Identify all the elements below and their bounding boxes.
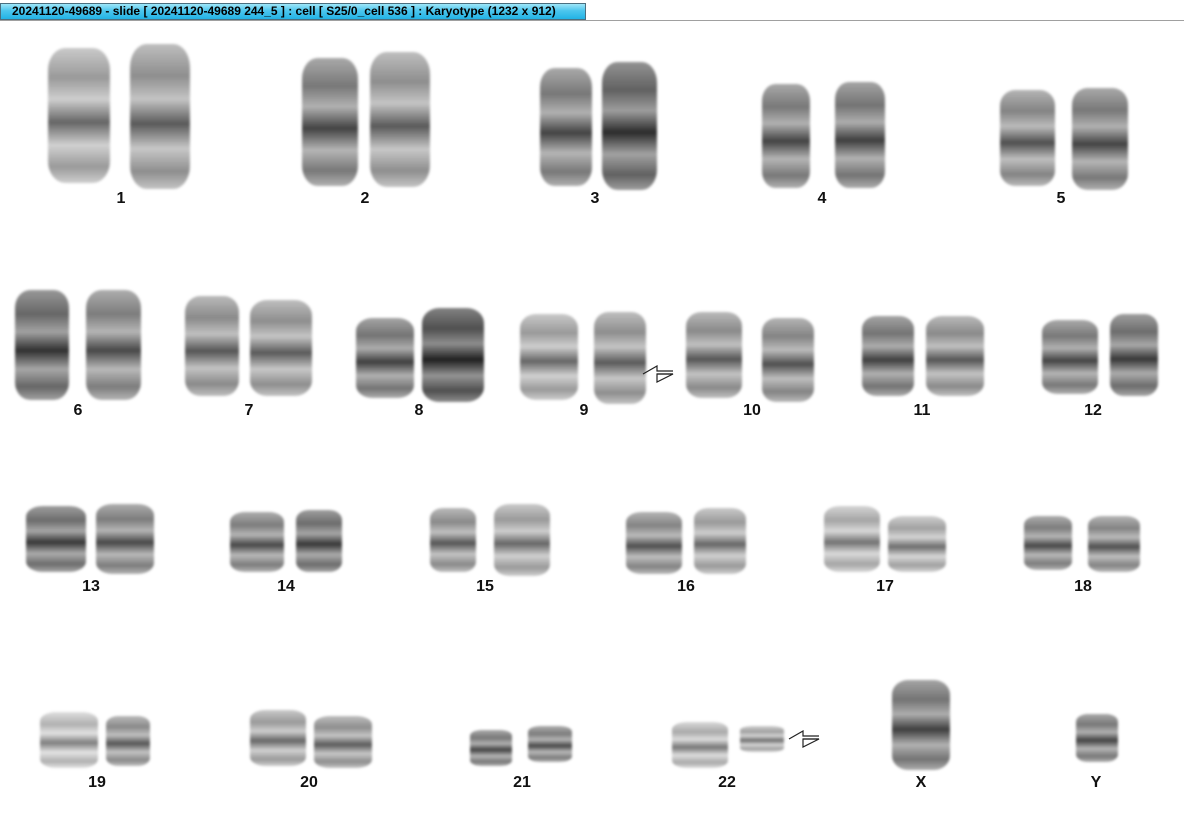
chromosome-12-a[interactable] xyxy=(1042,320,1098,394)
chromosome-label: 17 xyxy=(876,578,894,595)
chromosome-10-b[interactable] xyxy=(762,318,814,402)
chromosome-9-b[interactable] xyxy=(594,312,646,404)
chromosome-label: 13 xyxy=(82,578,100,595)
chromosome-17-a[interactable] xyxy=(824,506,880,572)
chromosome-label: 4 xyxy=(817,190,827,207)
chromosome-12-b[interactable] xyxy=(1110,314,1158,396)
chromosome-9-a[interactable] xyxy=(520,314,578,400)
chromosome-x[interactable] xyxy=(892,680,950,770)
chromosome-21-b[interactable] xyxy=(528,726,572,762)
chromosome-label: 15 xyxy=(476,578,494,595)
chromosome-19-a[interactable] xyxy=(40,712,98,768)
chromosome-2-b[interactable] xyxy=(370,52,430,187)
chromosome-8-a[interactable] xyxy=(356,318,414,398)
chromosome-22-b[interactable] xyxy=(740,726,784,752)
chromosome-4-a[interactable] xyxy=(762,84,810,188)
chromosome-6-b[interactable] xyxy=(86,290,141,400)
chromosome-label: 1 xyxy=(116,190,126,207)
chromosome-label: 3 xyxy=(590,190,600,207)
karyotype-canvas: 1 2 3 4 5 6 7 8 9 10 11 12 13 14 15 16 17 18 19 20 21 22 X Y xyxy=(0,22,1184,832)
chromosome-5-b[interactable] xyxy=(1072,88,1128,190)
chromosome-2-a[interactable] xyxy=(302,58,358,186)
chromosome-20-b[interactable] xyxy=(314,716,372,768)
chromosome-20-a[interactable] xyxy=(250,710,306,766)
chromosome-13-a[interactable] xyxy=(26,506,86,572)
chromosome-label: 14 xyxy=(277,578,295,595)
chromosome-label: X xyxy=(915,774,927,791)
chromosome-label: 19 xyxy=(88,774,106,791)
chromosome-11-a[interactable] xyxy=(862,316,914,396)
chromosome-label: 8 xyxy=(414,402,424,419)
chromosome-label: 11 xyxy=(913,402,931,419)
chromosome-7-a[interactable] xyxy=(185,296,239,396)
chromosome-15-b[interactable] xyxy=(494,504,550,576)
chromosome-label: 6 xyxy=(73,402,83,419)
chromosome-6-a[interactable] xyxy=(15,290,69,400)
chromosome-18-a[interactable] xyxy=(1024,516,1072,570)
chromosome-18-b[interactable] xyxy=(1088,516,1140,572)
chromosome-label: 9 xyxy=(579,402,589,419)
chromosome-y[interactable] xyxy=(1076,714,1118,762)
chromosome-5-a[interactable] xyxy=(1000,90,1055,186)
chromosome-16-b[interactable] xyxy=(694,508,746,574)
chromosome-1-a[interactable] xyxy=(48,48,110,183)
chromosome-label: 10 xyxy=(743,402,761,419)
chromosome-19-b[interactable] xyxy=(106,716,150,766)
chromosome-label: 21 xyxy=(513,774,531,791)
chromosome-3-a[interactable] xyxy=(540,68,592,186)
chromosome-11-b[interactable] xyxy=(926,316,984,396)
chromosome-label: 20 xyxy=(300,774,318,791)
chromosome-7-b[interactable] xyxy=(250,300,312,396)
chromosome-label: 16 xyxy=(677,578,695,595)
chromosome-15-a[interactable] xyxy=(430,508,476,572)
chromosome-10-a[interactable] xyxy=(686,312,742,398)
chromosome-1-b[interactable] xyxy=(130,44,190,189)
chromosome-22-a[interactable] xyxy=(672,722,728,768)
chromosome-8-b[interactable] xyxy=(422,308,484,402)
chromosome-label: 7 xyxy=(244,402,254,419)
chromosome-14-a[interactable] xyxy=(230,512,284,572)
open-arrow-left-icon xyxy=(788,730,820,748)
chromosome-label: 18 xyxy=(1074,578,1092,595)
chromosome-label: 12 xyxy=(1084,402,1102,419)
window-titlebar: 20241120-49689 - slide [ 20241120-49689 … xyxy=(0,0,1184,21)
chromosome-17-b[interactable] xyxy=(888,516,946,572)
chromosome-label: 22 xyxy=(718,774,736,791)
chromosome-21-a[interactable] xyxy=(470,730,512,766)
chromosome-label: 2 xyxy=(360,190,370,207)
chromosome-label: 5 xyxy=(1056,190,1066,207)
chromosome-13-b[interactable] xyxy=(96,504,154,574)
chromosome-16-a[interactable] xyxy=(626,512,682,574)
chromosome-3-b[interactable] xyxy=(602,62,657,190)
window-title[interactable]: 20241120-49689 - slide [ 20241120-49689 … xyxy=(0,3,586,20)
chromosome-4-b[interactable] xyxy=(835,82,885,188)
chromosome-14-b[interactable] xyxy=(296,510,342,572)
open-arrow-left-icon xyxy=(642,365,674,383)
chromosome-label: Y xyxy=(1090,774,1102,791)
